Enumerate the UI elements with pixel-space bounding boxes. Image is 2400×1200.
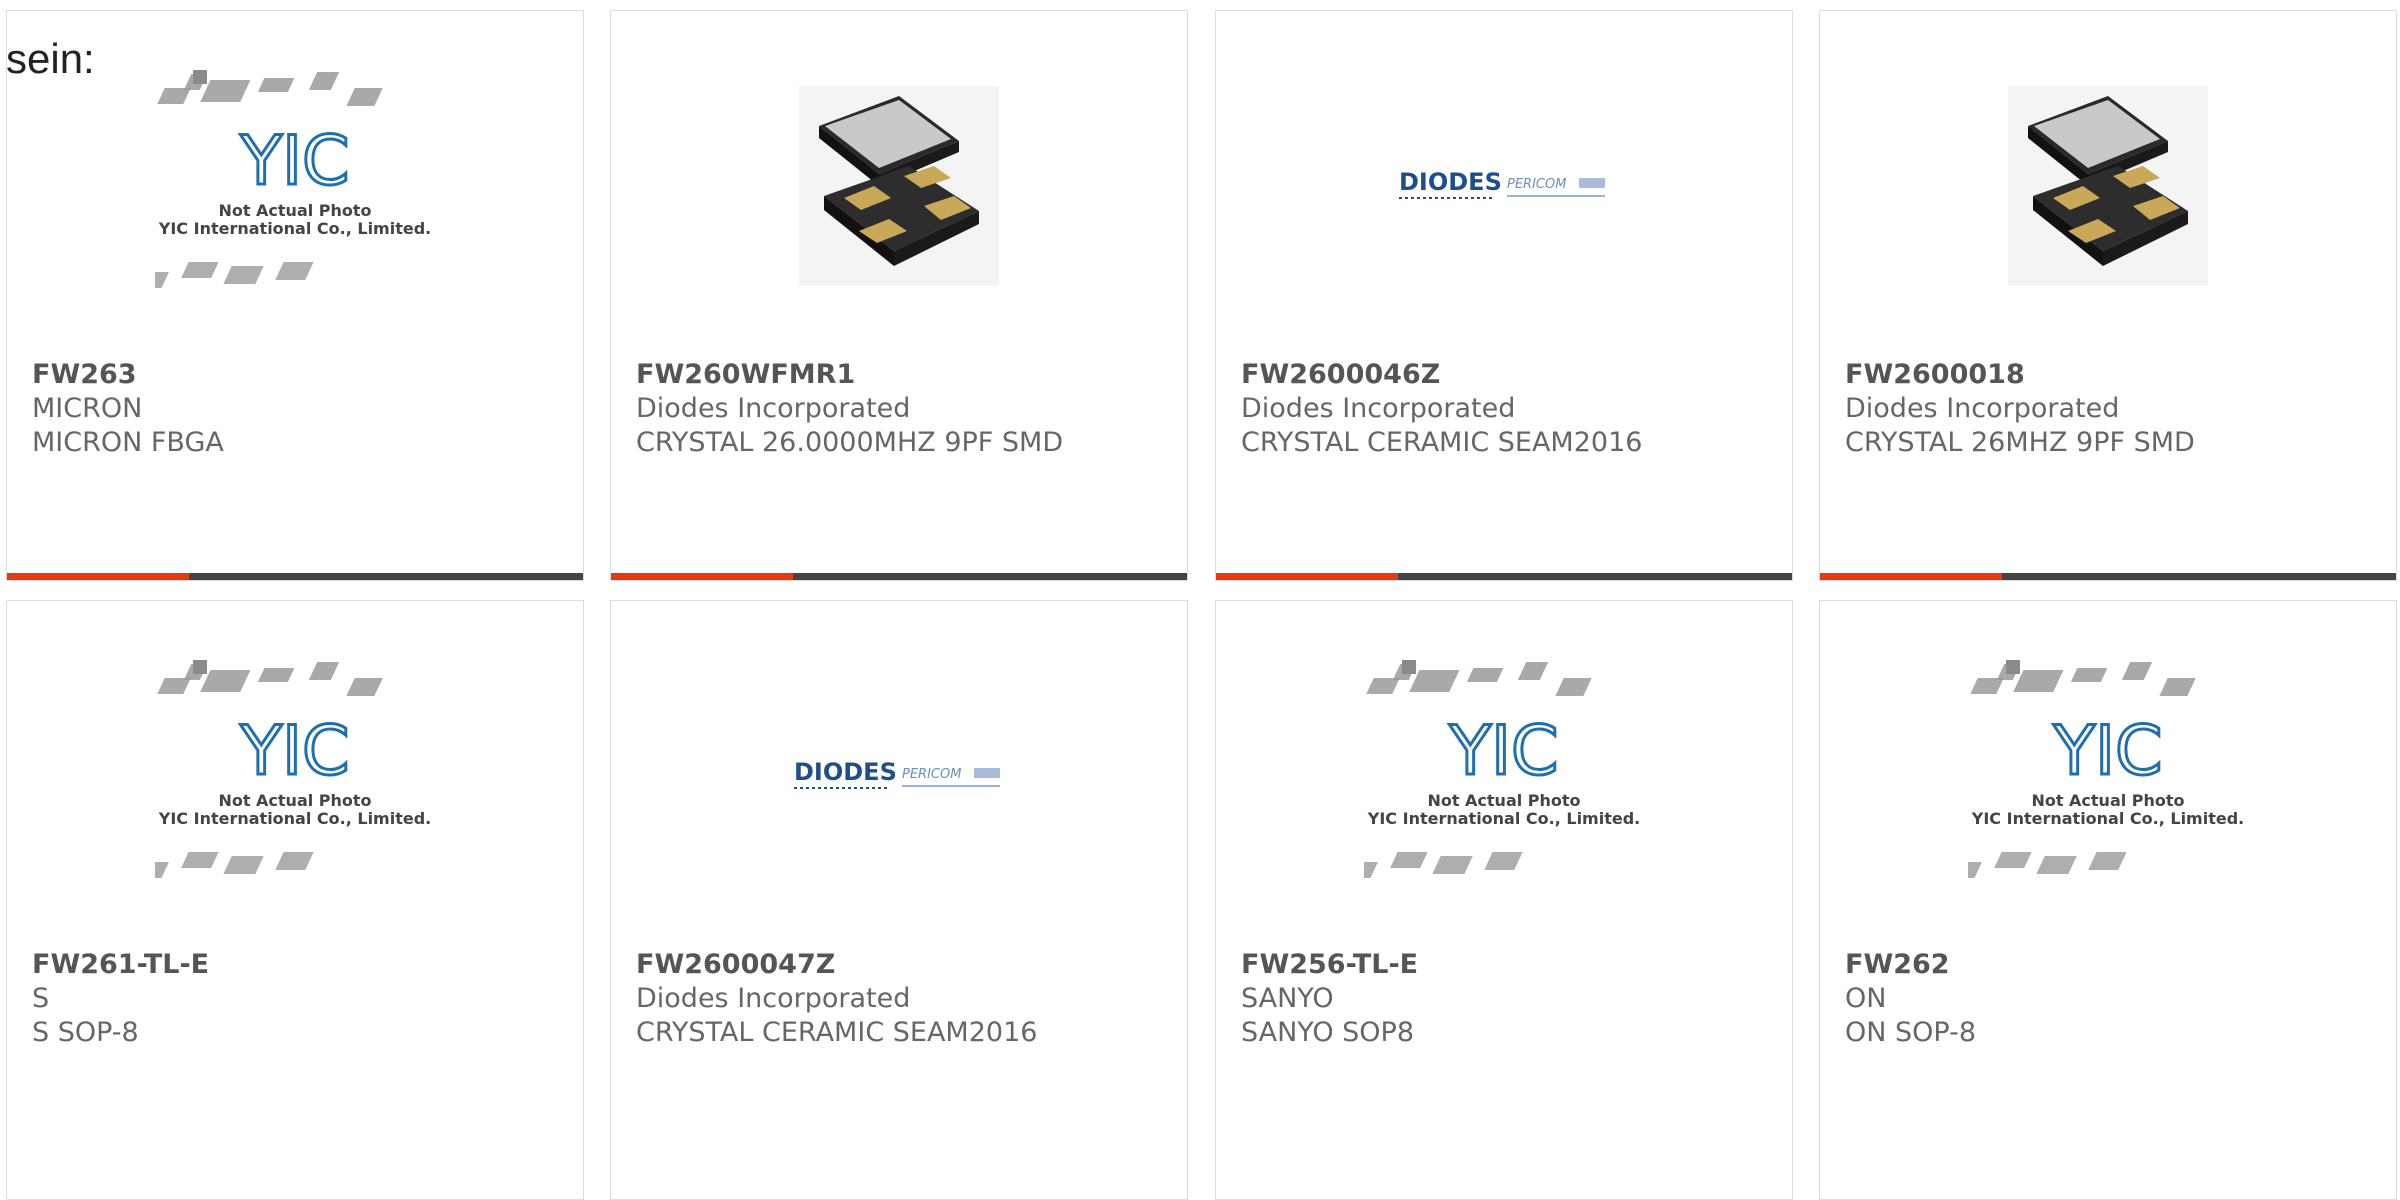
- placeholder-caption-line1: Not Actual Photo: [2031, 791, 2184, 810]
- svg-text:DIODES: DIODES: [794, 758, 897, 786]
- product-card[interactable]: DIODES PERICOM FW2600046Z Diodes Incorporat…: [1215, 10, 1793, 581]
- description: CRYSTAL CERAMIC SEAM2016: [636, 1017, 1038, 1048]
- crystal-package-image: [2008, 86, 2208, 286]
- part-number[interactable]: FW263: [32, 358, 137, 392]
- part-number[interactable]: FW2600046Z: [1241, 358, 1440, 392]
- part-number[interactable]: FW262: [1845, 948, 1950, 982]
- yic-placeholder-image: YICNot Actual PhotoYIC International Co.…: [155, 70, 431, 288]
- manufacturer: Diodes Incorporated: [636, 393, 911, 424]
- product-card[interactable]: FW260WFMR1 Diodes Incorporated CRYSTAL 26.…: [610, 10, 1188, 581]
- description: ON SOP-8: [1845, 1017, 1977, 1048]
- description: SANYO SOP8: [1241, 1017, 1415, 1048]
- card-accent-bar: [1216, 573, 1792, 580]
- yic-logo: YIC: [239, 712, 349, 791]
- product-card[interactable]: FW2600018 Diodes Incorporated CRYSTAL 26MH…: [1819, 10, 2397, 581]
- yic-logo: YIC: [239, 122, 349, 201]
- product-thumbnail[interactable]: [1820, 61, 2396, 311]
- diodes-pericom-logo: DIODES PERICOM: [1399, 168, 1605, 199]
- product-card[interactable]: YIC Not Actual Photo YIC International Co.…: [6, 10, 584, 581]
- yic-placeholder-image: YICNot Actual PhotoYIC International Co.…: [1968, 660, 2244, 878]
- part-number[interactable]: FW2600047Z: [636, 948, 835, 982]
- svg-text:PERICOM: PERICOM: [902, 767, 961, 782]
- placeholder-caption-line2: YIC International Co., Limited.: [158, 219, 431, 238]
- svg-text:PERICOM: PERICOM: [1507, 177, 1566, 192]
- manufacturer: Diodes Incorporated: [1845, 393, 2120, 424]
- product-thumbnail[interactable]: YIC Not Actual Photo YIC International Co.…: [7, 61, 583, 311]
- manufacturer: Diodes Incorporated: [1241, 393, 1516, 424]
- yic-logo: YIC: [2052, 712, 2162, 791]
- card-accent-highlight: [1820, 573, 2002, 580]
- product-thumbnail[interactable]: DIODES PERICOM: [1216, 61, 1792, 311]
- manufacturer: MICRON: [32, 393, 143, 424]
- card-accent-bar: [611, 573, 1187, 580]
- placeholder-caption-line1: Not Actual Photo: [218, 201, 371, 220]
- description: S SOP-8: [32, 1017, 139, 1048]
- description: MICRON FBGA: [32, 427, 224, 458]
- card-accent-highlight: [611, 573, 793, 580]
- product-thumbnail[interactable]: YIC Not Actual Photo YIC International Co.…: [7, 651, 583, 901]
- product-card[interactable]: YIC Not Actual Photo YIC International Co.…: [1819, 600, 2397, 1200]
- card-accent-highlight: [1216, 573, 1398, 580]
- product-thumbnail[interactable]: YIC Not Actual Photo YIC International Co.…: [1820, 651, 2396, 901]
- part-number[interactable]: FW261-TL-E: [32, 948, 209, 982]
- crystal-package-image: [799, 86, 999, 286]
- yic-logo: YIC: [1448, 712, 1558, 791]
- yic-placeholder-image: YICNot Actual PhotoYIC International Co.…: [155, 660, 431, 878]
- product-card[interactable]: DIODES PERICOM FW2600047Z Diodes Incorporat…: [610, 600, 1188, 1200]
- placeholder-caption-line1: Not Actual Photo: [1427, 791, 1580, 810]
- card-accent-highlight: [7, 573, 189, 580]
- part-number[interactable]: FW2600018: [1845, 358, 2025, 392]
- product-thumbnail[interactable]: [611, 61, 1187, 311]
- product-card[interactable]: YIC Not Actual Photo YIC International Co.…: [1215, 600, 1793, 1200]
- placeholder-caption-line2: YIC International Co., Limited.: [1971, 809, 2244, 828]
- placeholder-caption-line2: YIC International Co., Limited.: [158, 809, 431, 828]
- product-card[interactable]: YIC Not Actual Photo YIC International Co.…: [6, 600, 584, 1200]
- card-accent-bar: [1820, 573, 2396, 580]
- yic-placeholder-image: YICNot Actual PhotoYIC International Co.…: [1364, 660, 1640, 878]
- part-number[interactable]: FW260WFMR1: [636, 358, 855, 392]
- manufacturer: S: [32, 983, 50, 1014]
- svg-text:DIODES: DIODES: [1399, 168, 1502, 196]
- manufacturer: Diodes Incorporated: [636, 983, 911, 1014]
- product-thumbnail[interactable]: DIODES PERICOM: [611, 651, 1187, 901]
- diodes-pericom-logo: DIODES PERICOM: [794, 758, 1000, 789]
- placeholder-caption-line2: YIC International Co., Limited.: [1367, 809, 1640, 828]
- description: CRYSTAL 26.0000MHZ 9PF SMD: [636, 427, 1064, 458]
- product-thumbnail[interactable]: YIC Not Actual Photo YIC International Co.…: [1216, 651, 1792, 901]
- card-accent-bar: [7, 573, 583, 580]
- manufacturer: ON: [1845, 983, 1887, 1014]
- product-grid: YIC Not Actual Photo YIC International Co.…: [0, 0, 2400, 1200]
- placeholder-caption-line1: Not Actual Photo: [218, 791, 371, 810]
- description: CRYSTAL CERAMIC SEAM2016: [1241, 427, 1643, 458]
- manufacturer: SANYO: [1241, 983, 1334, 1014]
- part-number[interactable]: FW256-TL-E: [1241, 948, 1418, 982]
- intro-text: sein:: [6, 35, 95, 82]
- description: CRYSTAL 26MHZ 9PF SMD: [1845, 427, 2195, 458]
